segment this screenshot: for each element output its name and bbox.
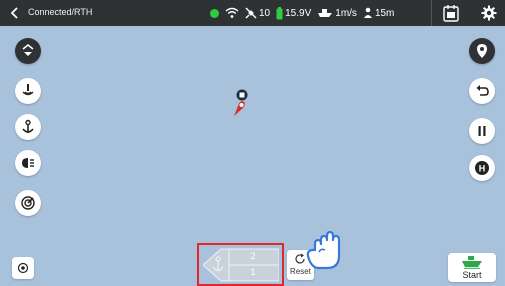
home-return-button[interactable] [15, 38, 41, 64]
home-return-icon [22, 44, 34, 56]
person-distance-icon [363, 7, 372, 18]
return-arrow-icon [476, 85, 489, 96]
crosshair-icon [17, 262, 29, 274]
speed-value: 1m/s [335, 7, 357, 19]
hopper-top-number: 2 [250, 251, 256, 261]
pause-icon [478, 126, 486, 136]
tap-hand-pointer-icon [306, 230, 341, 270]
satellite-count: 10 [245, 7, 270, 19]
satellite-icon [245, 7, 257, 19]
location-pin-button[interactable] [469, 38, 495, 64]
hopper-bottom-number: 1 [250, 267, 256, 277]
battery-voltage: 15.9V [276, 6, 312, 20]
boat-start-icon [462, 256, 482, 269]
distance-value: 15m [374, 7, 395, 19]
connection-dot-icon [210, 8, 219, 18]
sonar-icon [22, 84, 34, 96]
start-button[interactable]: Start [448, 253, 496, 282]
start-label: Start [462, 270, 482, 280]
battery-icon [276, 6, 283, 19]
distance: 15m [363, 7, 394, 19]
wifi-icon [225, 7, 239, 18]
headlight-button[interactable] [15, 150, 41, 176]
boat-speed-icon [318, 9, 333, 17]
headlight-icon [22, 158, 34, 168]
boat-position-marker-icon [234, 89, 248, 116]
boat-speed: 1m/s [317, 8, 357, 19]
radar-icon [21, 196, 35, 210]
svg-text:H: H [479, 164, 486, 174]
voltage-value: 15.9V [285, 7, 312, 19]
locate-button[interactable] [12, 257, 34, 279]
return-button[interactable] [469, 78, 495, 104]
radar-button[interactable] [15, 190, 41, 216]
location-pin-icon [477, 44, 487, 58]
pause-button[interactable] [469, 118, 495, 144]
sonar-button[interactable] [15, 78, 41, 104]
status-indicators: 10 15.9V 1m/s 15m [210, 5, 394, 21]
back-arrow-icon[interactable] [8, 5, 22, 21]
log-icon[interactable] [443, 4, 459, 22]
anchor-button[interactable] [15, 114, 41, 140]
top-bar: Connected/RTH 10 15.9V 1m/s 15m [0, 0, 505, 26]
home-point-button[interactable]: H [469, 155, 495, 181]
gear-icon[interactable] [481, 5, 497, 21]
satellite-value: 10 [259, 7, 271, 19]
hopper-indicator[interactable]: 2 1 [203, 247, 279, 283]
home-h-icon: H [475, 161, 489, 175]
anchor-icon [22, 119, 34, 133]
connection-status-title: Connected/RTH [28, 7, 93, 17]
divider [431, 0, 432, 26]
